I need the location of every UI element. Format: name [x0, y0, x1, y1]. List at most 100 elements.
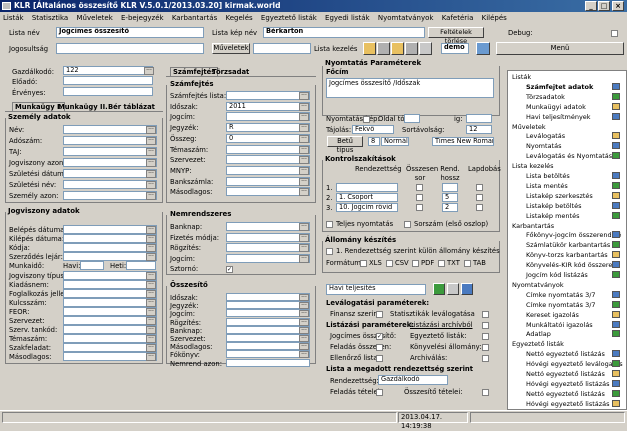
- szemelyi-field-input[interactable]: [63, 180, 157, 189]
- osszesito-field-input[interactable]: [226, 350, 310, 359]
- lista-kep-input[interactable]: Bérkarton: [263, 27, 425, 38]
- szemelyi-field-input[interactable]: [63, 136, 157, 145]
- jogviszony-field-input[interactable]: [63, 306, 157, 316]
- heti-input[interactable]: [126, 261, 156, 271]
- field-picker-button[interactable]: ···: [299, 177, 309, 186]
- oldal-tol-input[interactable]: [404, 114, 420, 123]
- save-icon[interactable]: [377, 42, 390, 55]
- tree-item[interactable]: Címke nyomtatás 3/7: [526, 291, 596, 299]
- field-picker-button[interactable]: ···: [146, 244, 156, 253]
- osszesito-field-input[interactable]: [226, 293, 310, 301]
- k-osszesen-checkbox[interactable]: [416, 204, 423, 211]
- szamfejtes-field-input[interactable]: [226, 187, 310, 197]
- field-picker-button[interactable]: ···: [146, 271, 156, 280]
- field-picker-button[interactable]: ···: [299, 134, 309, 143]
- tree-item[interactable]: Hóvégi egyeztető leválogatás: [526, 360, 623, 368]
- tree-item[interactable]: Törzsadatok: [526, 93, 565, 101]
- tree-item[interactable]: Jogcím kód listázás: [526, 271, 588, 279]
- field-picker-button[interactable]: ···: [299, 318, 309, 326]
- field-picker-button[interactable]: ···: [299, 145, 309, 154]
- tree-item[interactable]: Listakép betöltés: [526, 202, 581, 210]
- field-picker-button[interactable]: ···: [146, 226, 156, 234]
- szamfejtes-field-input[interactable]: [226, 144, 310, 154]
- k-row-select[interactable]: 1. Csoport: [336, 193, 398, 202]
- field-picker-button[interactable]: ···: [299, 302, 309, 310]
- osszesito-field-input[interactable]: [226, 325, 310, 334]
- nemrendszeres-field-input[interactable]: [226, 243, 310, 253]
- menu-nyomtatvanyok[interactable]: Nyomtatványok: [378, 14, 434, 22]
- field-picker-button[interactable]: ···: [146, 289, 156, 298]
- ervenyes-input[interactable]: [63, 87, 153, 96]
- osszesito-field-input[interactable]: [226, 309, 310, 318]
- field-picker-button[interactable]: ···: [146, 298, 156, 307]
- minimize-button[interactable]: _: [585, 1, 597, 11]
- szamfejtes-field-input[interactable]: R: [226, 123, 310, 133]
- feladas-checkbox[interactable]: [376, 344, 383, 351]
- debug-checkbox[interactable]: [611, 30, 618, 37]
- jogviszony-field-input[interactable]: [63, 270, 157, 280]
- menu-listak[interactable]: Listák: [3, 14, 24, 22]
- jogviszony-field-input[interactable]: [63, 279, 157, 289]
- szemelyi-field-input[interactable]: [63, 147, 157, 156]
- osszesito-tetelei-checkbox[interactable]: [482, 389, 489, 396]
- szamfejtes-field-input[interactable]: 2011: [226, 101, 310, 111]
- field-picker-button[interactable]: ···: [299, 233, 309, 242]
- menu-kafeteria[interactable]: Kafetéria: [442, 14, 474, 22]
- tree-item[interactable]: Nyomtatás: [526, 142, 561, 150]
- tree-item[interactable]: Hóvégi egyeztető listázás: [526, 380, 610, 388]
- field-picker-button[interactable]: ···: [299, 335, 309, 342]
- field-picker-button[interactable]: ···: [146, 326, 156, 335]
- export-icon[interactable]: [461, 283, 473, 295]
- field-picker-button[interactable]: ···: [146, 280, 156, 289]
- tajolas-select[interactable]: Fekvő: [352, 125, 394, 134]
- k-lapdobas-checkbox[interactable]: [476, 194, 483, 201]
- k-rend-hossz-input[interactable]: 2: [442, 203, 458, 212]
- menu-egyezteto[interactable]: Egyeztető listák: [261, 14, 317, 22]
- k-osszesen-checkbox[interactable]: [416, 184, 423, 191]
- menu-e-bejegyzek[interactable]: E-bejegyzék: [121, 14, 164, 22]
- osszesito-field-input[interactable]: [226, 317, 310, 326]
- szamfejtes-field-input[interactable]: 0: [226, 133, 310, 143]
- menu-egyedi[interactable]: Egyedi listák: [325, 14, 370, 22]
- field-picker-button[interactable]: ···: [146, 137, 156, 145]
- allomany-checkbox[interactable]: [326, 248, 333, 255]
- menu-muveletek[interactable]: Műveletek: [76, 14, 112, 22]
- menu-button[interactable]: Menü: [496, 42, 624, 55]
- szamfejtes-field-input[interactable]: [226, 165, 310, 175]
- field-picker-button[interactable]: ···: [299, 310, 309, 318]
- tree-item[interactable]: Számfejtet adatok: [526, 83, 593, 91]
- tree-item[interactable]: Listakép szerkesztés: [526, 192, 593, 200]
- k-lapdobas-checkbox[interactable]: [476, 204, 483, 211]
- tree-item[interactable]: Címke nyomtatás 3/7: [526, 301, 596, 309]
- tree-item[interactable]: Könyv-torzs karbantartás: [526, 251, 608, 259]
- nyomtatas-kep-checkbox[interactable]: [363, 116, 370, 123]
- field-picker-button[interactable]: ···: [146, 148, 156, 156]
- szamfejtes-field-input[interactable]: [226, 91, 310, 100]
- nemrendszeres-field-input[interactable]: [226, 253, 310, 263]
- teljes-nyomtatas-checkbox[interactable]: [326, 221, 333, 228]
- tree-item[interactable]: Nettó egyeztető listázás: [526, 350, 605, 358]
- betu-tipus-button[interactable]: Betű típus: [327, 136, 363, 154]
- tree-item[interactable]: Könyvelés-KIR kód összeren: [526, 261, 617, 269]
- k-osszesen-checkbox[interactable]: [416, 194, 423, 201]
- archivalas-checkbox[interactable]: [482, 355, 489, 362]
- field-picker-button[interactable]: ···: [299, 92, 309, 100]
- osszesito-field-input[interactable]: [226, 342, 310, 351]
- jogviszony-field-input[interactable]: [63, 343, 157, 353]
- tree-item[interactable]: Lista mentés: [526, 182, 568, 190]
- jogcimes-checkbox[interactable]: ✓: [376, 333, 383, 340]
- szemelyi-field-input[interactable]: [63, 191, 157, 200]
- print-icon[interactable]: [447, 283, 459, 295]
- konyvelesi-checkbox[interactable]: [482, 344, 489, 351]
- tree-item[interactable]: Számlatükör karbantartás: [526, 241, 610, 249]
- field-picker-button[interactable]: ···: [146, 353, 156, 362]
- field-picker-button[interactable]: ···: [299, 326, 309, 334]
- field-picker-button[interactable]: ···: [299, 124, 309, 133]
- field-picker-button[interactable]: ···: [146, 253, 156, 262]
- k-row-select[interactable]: 10. Jogcím rövid: [336, 203, 398, 212]
- field-picker-button[interactable]: ···: [299, 102, 309, 111]
- jogviszony-field-input[interactable]: [63, 325, 157, 335]
- field-picker-button[interactable]: ···: [146, 235, 156, 244]
- play-icon[interactable]: [433, 283, 445, 295]
- jogosultsag-input[interactable]: [56, 43, 204, 54]
